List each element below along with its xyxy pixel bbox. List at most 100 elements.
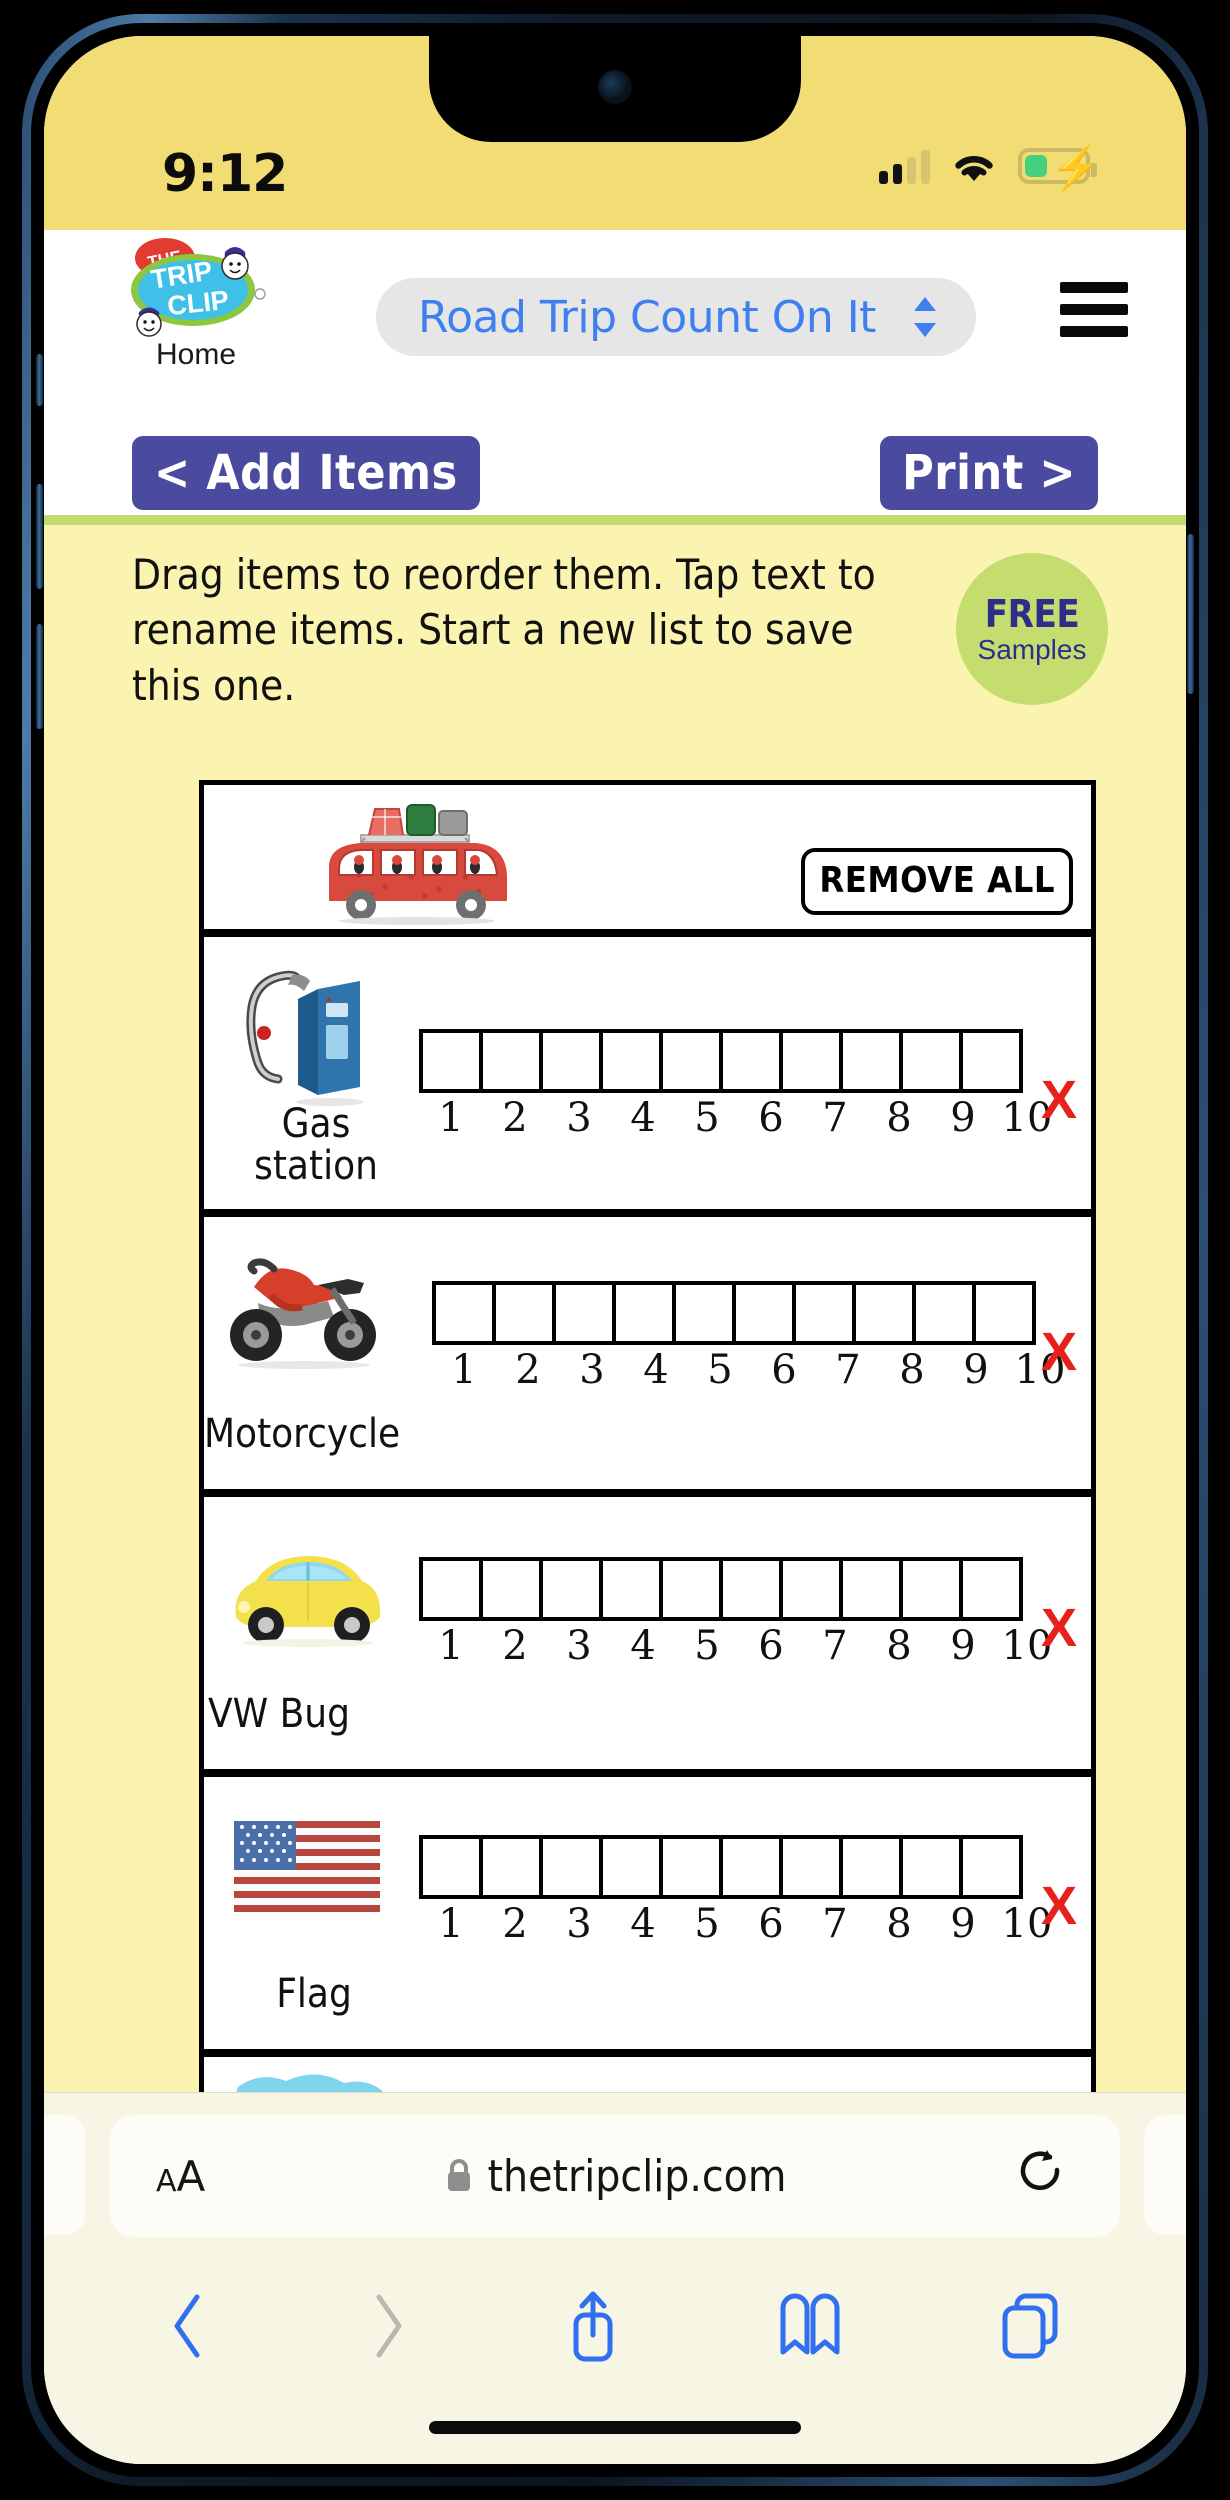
count-number: 1: [438, 1901, 464, 1947]
count-box[interactable]: [479, 1835, 543, 1899]
count-box[interactable]: [839, 1835, 903, 1899]
count-box[interactable]: [959, 1557, 1023, 1621]
chevron-right-icon[interactable]: [365, 2289, 409, 2363]
count-number: 7: [835, 1347, 861, 1393]
site-logo-link[interactable]: THE TRIP CLIP: [106, 234, 286, 372]
count-boxes[interactable]: [419, 1835, 1059, 1899]
wifi-icon: [955, 156, 993, 181]
count-box[interactable]: [552, 1281, 616, 1345]
item-label-line1: Gas: [281, 1101, 351, 1147]
share-icon[interactable]: [563, 2287, 623, 2365]
count-box[interactable]: [899, 1029, 963, 1093]
book-icon[interactable]: [777, 2290, 843, 2362]
count-box[interactable]: [432, 1281, 496, 1345]
battery-charging-icon: ⚡: [1018, 147, 1102, 189]
phone-screen: 9:12 ⚡ TRIP CLIP Home Road Trip Count On…: [44, 36, 1186, 2464]
list-item[interactable]: Gas station 1 2 3 4 5 6 7 8 9 10 X: [199, 932, 1096, 1212]
lock-icon: [447, 2159, 470, 2191]
count-track[interactable]: 1 2 3 4 5 6 7 8 9 10: [419, 1029, 1059, 1141]
count-box[interactable]: [719, 1835, 783, 1899]
hamburger-menu-icon[interactable]: [1060, 282, 1128, 337]
count-box[interactable]: [912, 1281, 976, 1345]
next-tab-peek[interactable]: [1144, 2115, 1186, 2235]
count-box[interactable]: [612, 1281, 676, 1345]
count-box[interactable]: [839, 1557, 903, 1621]
url-center: thetripclip.com: [110, 2151, 1120, 2202]
list-selector-dropdown[interactable]: Road Trip Count On It: [376, 278, 976, 356]
count-box[interactable]: [779, 1835, 843, 1899]
count-box[interactable]: [852, 1281, 916, 1345]
count-box[interactable]: [419, 1029, 483, 1093]
previous-tab-peek[interactable]: [44, 2115, 86, 2235]
remove-item-button[interactable]: X: [1041, 1597, 1077, 1659]
count-box[interactable]: [839, 1029, 903, 1093]
item-label-line1: Motorcycle: [204, 1411, 401, 1457]
count-box[interactable]: [479, 1029, 543, 1093]
count-box[interactable]: [959, 1835, 1023, 1899]
count-box[interactable]: [659, 1835, 723, 1899]
url-bar[interactable]: AA thetripclip.com: [110, 2115, 1120, 2237]
count-box[interactable]: [599, 1029, 663, 1093]
count-box[interactable]: [779, 1029, 843, 1093]
chevron-left-icon[interactable]: [167, 2289, 211, 2363]
remove-item-button[interactable]: X: [1041, 1875, 1077, 1937]
count-box[interactable]: [672, 1281, 736, 1345]
count-box[interactable]: [719, 1557, 783, 1621]
count-number: 5: [694, 1901, 720, 1947]
count-box[interactable]: [599, 1557, 663, 1621]
count-box[interactable]: [419, 1557, 483, 1621]
count-box[interactable]: [539, 1029, 603, 1093]
count-box[interactable]: [732, 1281, 796, 1345]
list-item[interactable]: Flag 1 2 3 4 5 6 7 8 9 10 X: [199, 1772, 1096, 2052]
reload-button[interactable]: [1016, 2148, 1066, 2204]
count-box[interactable]: [779, 1557, 843, 1621]
count-box[interactable]: [659, 1029, 723, 1093]
item-label: VW Bug: [196, 1693, 446, 1736]
remove-item-button[interactable]: X: [1041, 1069, 1077, 1131]
count-boxes[interactable]: [419, 1557, 1059, 1621]
count-track[interactable]: 1 2 3 4 5 6 7 8 9 10: [419, 1835, 1059, 1947]
count-number: 8: [899, 1347, 925, 1393]
item-label-line2: station: [254, 1143, 378, 1190]
free-samples-badge[interactable]: FREE Samples: [956, 553, 1108, 705]
wizard-nav-row: < Add Items Print >: [44, 426, 1186, 515]
list-item[interactable]: Motorcycle 1 2 3 4 5 6 7 8 9 10 X: [199, 1212, 1096, 1492]
add-items-button[interactable]: < Add Items: [132, 436, 480, 510]
count-number: 6: [758, 1095, 784, 1141]
count-box[interactable]: [792, 1281, 856, 1345]
count-number: 2: [515, 1347, 541, 1393]
remove-item-button[interactable]: X: [1041, 1321, 1077, 1383]
status-time: 9:12: [162, 144, 288, 204]
power-button[interactable]: [1187, 534, 1194, 694]
count-box[interactable]: [972, 1281, 1036, 1345]
count-box[interactable]: [719, 1029, 783, 1093]
count-boxes[interactable]: [419, 1029, 1059, 1093]
count-box[interactable]: [899, 1835, 963, 1899]
count-track[interactable]: 1 2 3 4 5 6 7 8 9 10: [419, 1557, 1059, 1669]
motorcycle-icon: [214, 1251, 394, 1411]
site-header: THE TRIP CLIP: [44, 230, 1186, 426]
list-item[interactable]: VW Bug 1 2 3 4 5 6 7 8 9 10 X: [199, 1492, 1096, 1772]
usa-flag-icon: [232, 1819, 412, 1979]
count-number: 7: [822, 1623, 848, 1669]
volume-down-button[interactable]: [36, 624, 43, 729]
count-box[interactable]: [599, 1835, 663, 1899]
remove-all-button[interactable]: REMOVE ALL: [801, 848, 1073, 915]
count-box[interactable]: [539, 1835, 603, 1899]
count-box[interactable]: [492, 1281, 556, 1345]
mute-switch[interactable]: [36, 354, 43, 406]
count-boxes[interactable]: [432, 1281, 1072, 1345]
print-button[interactable]: Print >: [880, 436, 1098, 510]
instructions-text: Drag items to reorder them. Tap text to …: [132, 550, 876, 710]
count-box[interactable]: [899, 1557, 963, 1621]
volume-up-button[interactable]: [36, 484, 43, 589]
count-box[interactable]: [419, 1835, 483, 1899]
count-track[interactable]: 1 2 3 4 5 6 7 8 9 10: [432, 1281, 1072, 1393]
count-box[interactable]: [539, 1557, 603, 1621]
count-box[interactable]: [659, 1557, 723, 1621]
count-box[interactable]: [959, 1029, 1023, 1093]
tabs-icon[interactable]: [997, 2290, 1063, 2362]
count-number: 2: [502, 1901, 528, 1947]
list-selector-value: Road Trip Count On It: [418, 291, 876, 343]
count-box[interactable]: [479, 1557, 543, 1621]
